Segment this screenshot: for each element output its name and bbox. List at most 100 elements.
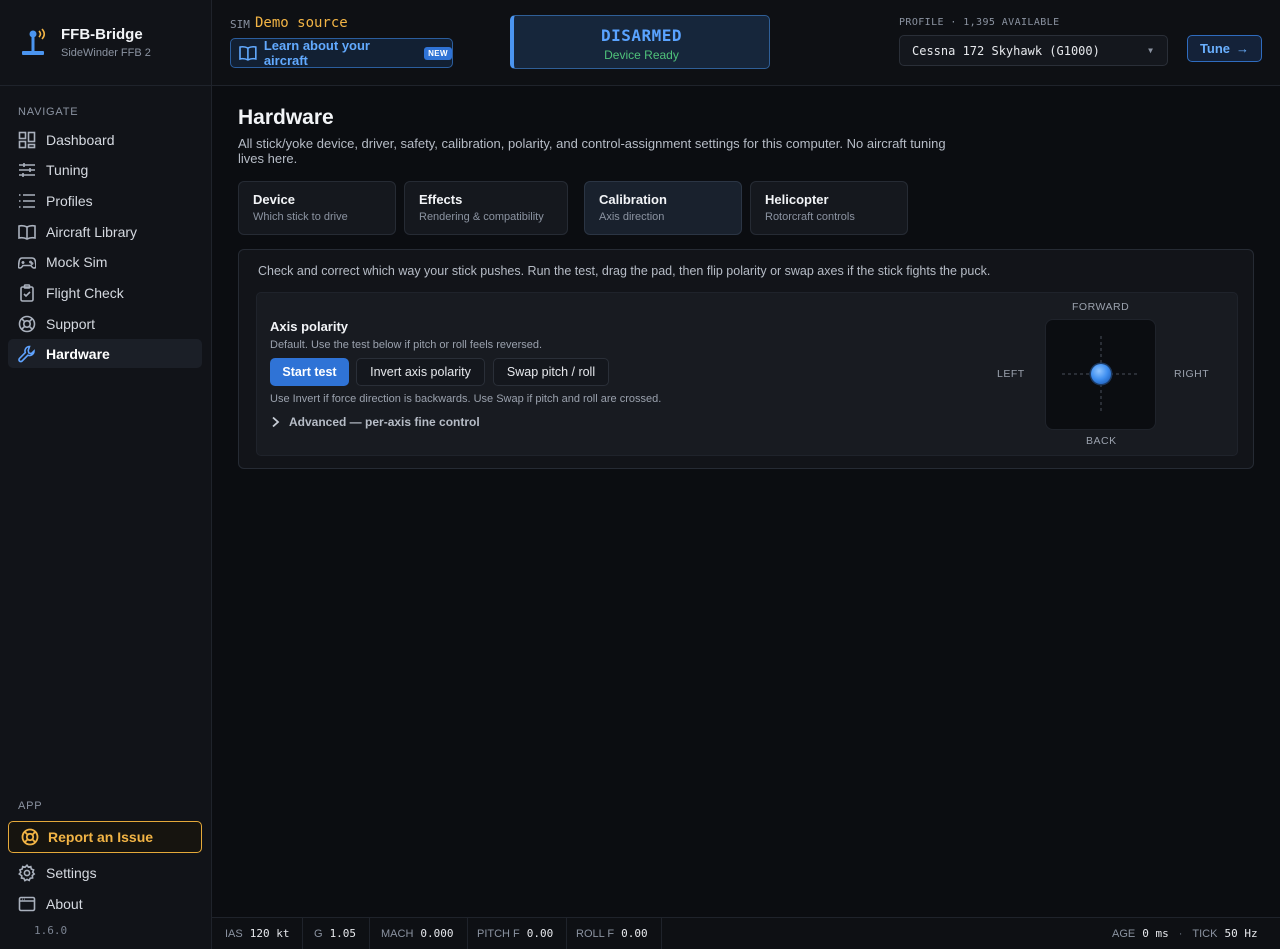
sidebar-item-hardware[interactable]: Hardware xyxy=(8,339,202,368)
tab-title: Helicopter xyxy=(765,192,829,207)
tab-subtitle: Axis direction xyxy=(599,211,665,223)
arm-status: DISARMED Device Ready xyxy=(510,15,770,69)
app-version: 1.6.0 xyxy=(34,924,68,937)
profile-value: Cessna 172 Skyhawk (G1000) xyxy=(912,43,1100,58)
sidebar-item-label: Mock Sim xyxy=(46,253,108,270)
direction-back: BACK xyxy=(1086,435,1117,447)
mach-label: MACH xyxy=(381,927,414,940)
tune-button[interactable]: Tune → xyxy=(1187,35,1262,62)
stat-roll-force: ROLL F 0.00 xyxy=(563,918,662,949)
app-section-label: APP xyxy=(18,800,43,812)
stat-ias: IAS 120 kt xyxy=(212,918,304,949)
sidebar-item-label: Profiles xyxy=(46,192,93,209)
tab-title: Calibration xyxy=(599,192,667,207)
learn-aircraft-button[interactable]: Learn about your aircraft NEW xyxy=(230,38,453,68)
sidebar-item-label: Aircraft Library xyxy=(46,223,138,240)
invert-polarity-button[interactable]: Invert axis polarity xyxy=(356,358,485,386)
sidebar-item-dashboard[interactable]: Dashboard xyxy=(8,125,202,154)
puck-handle[interactable] xyxy=(1046,320,1157,431)
main-content: Hardware All stick/yoke device, driver, … xyxy=(212,86,1280,917)
separator-dot: · xyxy=(1178,927,1183,940)
chevron-down-icon: ▼ xyxy=(1148,46,1153,55)
mach-value: 0.000 xyxy=(420,927,454,940)
app-title: FFB-Bridge xyxy=(61,26,143,43)
stat-pitch-force: PITCH F 0.00 xyxy=(464,918,568,949)
sidebar-item-support[interactable]: Support xyxy=(8,309,202,338)
sidebar-item-label: About xyxy=(46,895,83,912)
sidebar-item-label: Dashboard xyxy=(46,131,115,148)
sidebar-item-profiles[interactable]: Profiles xyxy=(8,186,202,215)
list-icon xyxy=(19,193,35,208)
age-value: 0 ms xyxy=(1142,927,1169,940)
tune-label: Tune xyxy=(1199,41,1231,56)
report-issue-button[interactable]: Report an Issue xyxy=(8,821,202,853)
axis-polarity-status: Default. Use the test below if pitch or … xyxy=(270,339,543,351)
sidebar-item-label: Support xyxy=(46,315,96,332)
telemetry-bar: IAS 120 kt G 1.05 MACH 0.000 PITCH F 0.0… xyxy=(212,917,1280,949)
lifebuoy-icon xyxy=(18,315,36,332)
chevron-right-icon xyxy=(272,416,280,428)
sidebar-item-label: Tuning xyxy=(46,161,89,178)
polarity-hint: Use Invert if force direction is backwar… xyxy=(270,393,662,405)
calibration-panel: Check and correct which way your stick p… xyxy=(238,249,1254,469)
roll-force-value: 0.00 xyxy=(621,927,648,940)
top-header: SIM Demo source Learn about your aircraf… xyxy=(212,0,1280,86)
tab-effects[interactable]: Effects Rendering & compatibility xyxy=(404,181,568,235)
tab-device[interactable]: Device Which stick to drive xyxy=(238,181,396,235)
sidebar-item-aircraft-library[interactable]: Aircraft Library xyxy=(8,217,202,246)
page-title: Hardware xyxy=(238,106,334,129)
book-icon xyxy=(239,45,257,61)
gear-icon xyxy=(18,863,36,882)
stat-mach: MACH 0.000 xyxy=(368,918,468,949)
tab-calibration[interactable]: Calibration Axis direction xyxy=(584,181,742,235)
tab-helicopter[interactable]: Helicopter Rotorcraft controls xyxy=(750,181,908,235)
joystick-icon xyxy=(22,27,46,55)
brand: FFB-Bridge SideWinder FFB 2 xyxy=(0,0,211,86)
report-issue-label: Report an Issue xyxy=(48,829,154,845)
clipboard-icon xyxy=(20,283,34,302)
roll-force-label: ROLL F xyxy=(576,927,615,940)
stat-age: AGE 0 ms · TICK 50 Hz xyxy=(1112,918,1258,949)
sidebar-item-label: Hardware xyxy=(46,345,110,362)
device-state: Device Ready xyxy=(604,48,679,62)
learn-aircraft-label: Learn about your aircraft xyxy=(263,38,370,68)
window-icon xyxy=(18,896,36,911)
tab-title: Device xyxy=(253,192,295,207)
sidebar-item-tuning[interactable]: Tuning xyxy=(8,155,202,184)
age-label: AGE xyxy=(1112,927,1136,940)
sim-source: Demo source xyxy=(255,15,348,31)
grid-icon xyxy=(18,131,36,148)
profile-label: PROFILE · 1,395 AVAILABLE xyxy=(899,17,1060,28)
arrow-right-icon: → xyxy=(1236,41,1250,56)
profile-select[interactable]: Cessna 172 Skyhawk (G1000) ▼ xyxy=(899,35,1168,66)
axis-polarity-title: Axis polarity xyxy=(270,319,349,334)
tab-title: Effects xyxy=(419,192,463,207)
gamepad-icon xyxy=(18,256,36,269)
tab-subtitle: Which stick to drive xyxy=(253,211,348,223)
sidebar-item-flight-check[interactable]: Flight Check xyxy=(8,278,202,307)
sliders-icon xyxy=(19,162,35,177)
new-badge: NEW xyxy=(424,46,452,60)
pitch-force-value: 0.00 xyxy=(526,927,554,940)
swap-axes-button[interactable]: Swap pitch / roll xyxy=(493,358,609,386)
nav-section-label: NAVIGATE xyxy=(18,106,79,118)
sidebar-item-label: Flight Check xyxy=(46,284,124,301)
advanced-label: Advanced — per-axis fine control xyxy=(289,415,480,429)
book-icon xyxy=(18,224,36,240)
start-test-button[interactable]: Start test xyxy=(270,358,349,386)
pitch-force-label: PITCH F xyxy=(477,927,520,940)
direction-forward: FORWARD xyxy=(1072,301,1130,313)
sim-label: SIM xyxy=(230,18,250,31)
tab-subtitle: Rendering & compatibility xyxy=(419,211,544,223)
sidebar-item-about[interactable]: About xyxy=(8,889,202,918)
sidebar-item-label: Settings xyxy=(46,864,97,881)
advanced-toggle[interactable]: Advanced — per-axis fine control xyxy=(270,415,480,429)
sidebar-item-settings[interactable]: Settings xyxy=(8,858,202,887)
ias-value: 120 kt xyxy=(249,927,290,940)
test-pad[interactable] xyxy=(1045,319,1156,430)
sidebar-item-mock-sim[interactable]: Mock Sim xyxy=(8,247,202,276)
g-label: G xyxy=(314,927,323,940)
device-name: SideWinder FFB 2 xyxy=(61,47,151,59)
ias-label: IAS xyxy=(225,927,243,940)
sidebar: FFB-Bridge SideWinder FFB 2 NAVIGATE Das… xyxy=(0,0,212,949)
